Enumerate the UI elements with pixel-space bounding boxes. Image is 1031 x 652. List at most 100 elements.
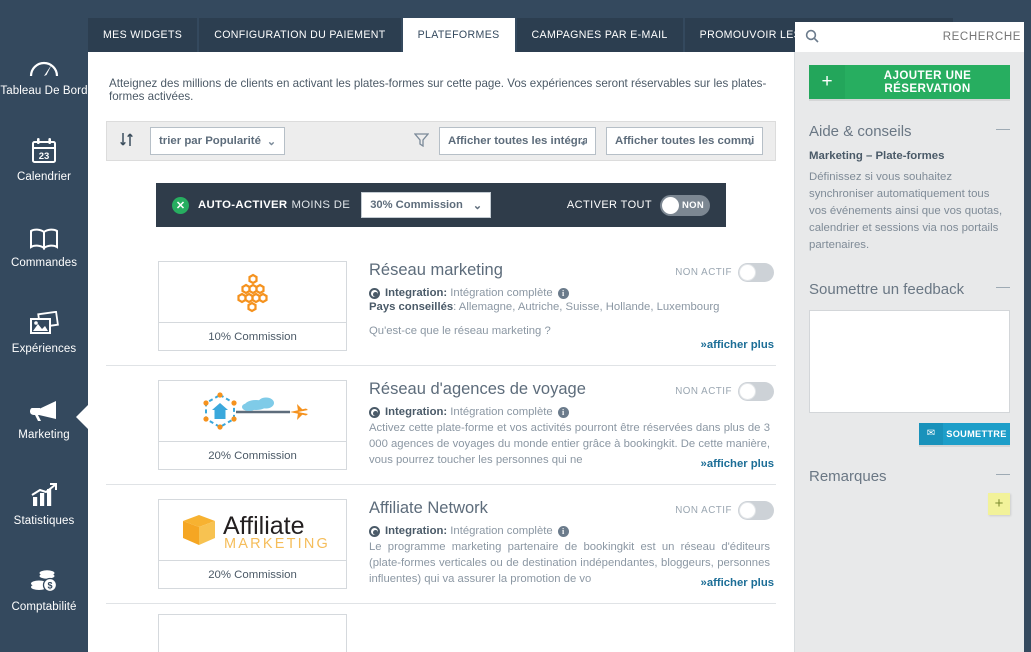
platform-card: Affiliate MARKETING 20% Commission NON A… <box>106 485 776 604</box>
help-text: Définissez si vous souhaitez synchronise… <box>809 171 1003 252</box>
platform-card-body <box>347 614 774 652</box>
feedback-section: Soumettre un feedback — ✉ SOUMETTRE <box>809 279 1010 445</box>
add-note-button[interactable]: + <box>988 492 1010 515</box>
tab-campagnes-par-email[interactable]: CAMPAGNES PAR E-MAIL <box>516 18 683 52</box>
toggle-knob <box>739 502 756 519</box>
platform-card: 20% Commission NON ACTIF Réseau d'agence… <box>106 366 776 485</box>
feedback-submit-label: SOUMETTRE <box>946 428 1007 439</box>
chevron-down-icon: ⌄ <box>266 135 277 148</box>
platform-status: NON ACTIF <box>675 382 774 401</box>
photos-icon <box>28 306 60 336</box>
platform-activate-toggle[interactable] <box>738 501 774 520</box>
main-sidebar: Tableau De Bord 23 Calendrier Commandes <box>0 0 88 652</box>
platform-status: NON ACTIF <box>675 263 774 282</box>
activate-all-state: NON <box>681 199 704 211</box>
sidebar-item-comptabilite[interactable]: $ Comptabilité <box>0 546 88 632</box>
funnel-icon[interactable] <box>413 132 430 151</box>
sidebar-item-marketing[interactable]: Marketing <box>0 374 88 460</box>
affiliate-marketing-logo: Affiliate MARKETING <box>159 500 346 560</box>
platform-commission: 10% Commission <box>159 322 346 350</box>
sidebar-item-statistiques[interactable]: Statistiques <box>0 460 88 546</box>
info-icon[interactable]: i <box>557 525 569 537</box>
sort-by-value: trier par Popularité <box>159 135 261 147</box>
platform-show-more-link[interactable]: »afficher plus <box>694 577 774 589</box>
platform-status-label: NON ACTIF <box>675 505 732 516</box>
commission-filter-value: Afficher toutes les commissions <box>615 135 754 147</box>
sidebar-item-label: Tableau De Bord <box>0 85 88 98</box>
sidebar-item-commandes[interactable]: Commandes <box>0 202 88 288</box>
tab-configuration-du-paiement[interactable]: CONFIGURATION DU PAIEMENT <box>199 18 401 52</box>
auto-activate-commission-select[interactable]: 30% Commission ⌄ <box>361 192 492 218</box>
integration-filter-value: Afficher toutes les intégrations <box>448 135 587 147</box>
platform-activate-toggle[interactable] <box>738 382 774 401</box>
platform-card-body: NON ACTIF Affiliate Network Integration:… <box>347 499 774 589</box>
toggle-knob <box>739 383 756 400</box>
platform-logo-box: 20% Commission <box>158 380 347 470</box>
chart-icon <box>29 478 59 508</box>
sidebar-item-experiences[interactable]: Expériences <box>0 288 88 374</box>
platform-status-label: NON ACTIF <box>675 267 732 278</box>
platform-show-more-link[interactable]: »afficher plus <box>694 339 774 351</box>
platform-status: NON ACTIF <box>675 501 774 520</box>
toggle-knob <box>662 196 679 214</box>
countries-label: Pays conseillés <box>369 301 454 313</box>
feedback-textarea[interactable] <box>809 309 1010 413</box>
search-input[interactable] <box>819 31 1021 43</box>
minimize-icon[interactable]: — <box>996 279 1010 293</box>
auto-activate-sublabel: MOINS DE <box>291 199 351 211</box>
info-icon[interactable]: i <box>557 287 569 299</box>
platform-card-body: NON ACTIF Réseau d'agences de voyage Int… <box>347 380 774 470</box>
svg-text:MARKETING: MARKETING <box>224 536 330 552</box>
chevron-down-icon: ⌄ <box>472 199 483 212</box>
platform-commission: 20% Commission <box>159 441 346 469</box>
commission-filter-select[interactable]: Afficher toutes les commissions ⌄ <box>606 127 763 155</box>
platform-logo-box <box>158 614 347 652</box>
sort-by-select[interactable]: trier par Popularité ⌄ <box>150 127 285 155</box>
plus-icon: + <box>809 65 845 99</box>
chevron-down-icon: ⌄ <box>745 136 755 148</box>
platform-show-more-link[interactable]: »afficher plus <box>694 458 774 470</box>
integration-filter-select[interactable]: Afficher toutes les intégrations ⌄ <box>439 127 596 155</box>
sidebar-item-tableau-de-bord[interactable]: Tableau De Bord <box>0 30 88 116</box>
minimize-icon[interactable]: — <box>996 121 1010 135</box>
platform-activate-toggle[interactable] <box>738 263 774 282</box>
book-icon <box>28 220 60 251</box>
radio-selected-icon[interactable] <box>369 406 380 418</box>
integration-value: Intégration complète <box>450 525 553 537</box>
radio-selected-icon[interactable] <box>369 525 380 537</box>
main-content: Atteignez des millions de clients en act… <box>88 52 795 652</box>
feedback-title: Soumettre un feedback <box>809 280 965 298</box>
svg-text:$: $ <box>47 581 52 591</box>
sidebar-item-label: Expériences <box>11 343 77 356</box>
platform-card-list: 10% Commission NON ACTIF Réseau marketin… <box>106 247 776 652</box>
check-circle-icon: ✕ <box>172 196 189 214</box>
info-icon[interactable]: i <box>557 406 569 418</box>
right-edge-strip <box>1024 0 1031 652</box>
minimize-icon[interactable]: — <box>996 466 1010 480</box>
platform-logo-box: 10% Commission <box>158 261 347 351</box>
tab-plateformes[interactable]: PLATEFORMES <box>402 18 515 52</box>
platform-integration-row: Integration: Intégration complète i <box>369 406 770 418</box>
sort-arrows-icon[interactable] <box>119 132 134 151</box>
tab-mes-widgets[interactable]: MES WIDGETS <box>88 18 198 52</box>
platform-question: Qu'est-ce que le réseau marketing ? <box>369 325 551 337</box>
activate-all-label: ACTIVER TOUT <box>566 199 652 211</box>
sidebar-item-calendrier[interactable]: 23 Calendrier <box>0 116 88 202</box>
notes-section: Remarques — + <box>809 466 1010 515</box>
add-reservation-button[interactable]: + AJOUTER UNE RÉSERVATION <box>809 65 1010 99</box>
help-subtitle: Marketing – Plate-formes <box>809 150 945 162</box>
svg-text:23: 23 <box>39 151 50 162</box>
search-icon <box>805 29 819 46</box>
filter-toolbar: trier par Popularité ⌄ Afficher toutes l… <box>106 121 776 161</box>
radio-selected-icon[interactable] <box>369 287 380 299</box>
page-intro-text: Atteignez des millions de clients en act… <box>109 77 767 103</box>
activate-all-toggle[interactable]: NON <box>660 194 710 216</box>
search-box[interactable] <box>795 22 1031 52</box>
feedback-submit-button[interactable]: ✉ SOUMETTRE <box>919 422 1010 445</box>
calendar-icon: 23 <box>29 134 59 164</box>
sidebar-item-label: Statistiques <box>13 515 75 528</box>
auto-activate-commission-value: 30% Commission <box>370 199 463 211</box>
sidebar-item-label: Comptabilité <box>11 601 77 614</box>
travel-agency-icon <box>159 381 346 441</box>
integration-label: Integration: <box>385 525 448 537</box>
